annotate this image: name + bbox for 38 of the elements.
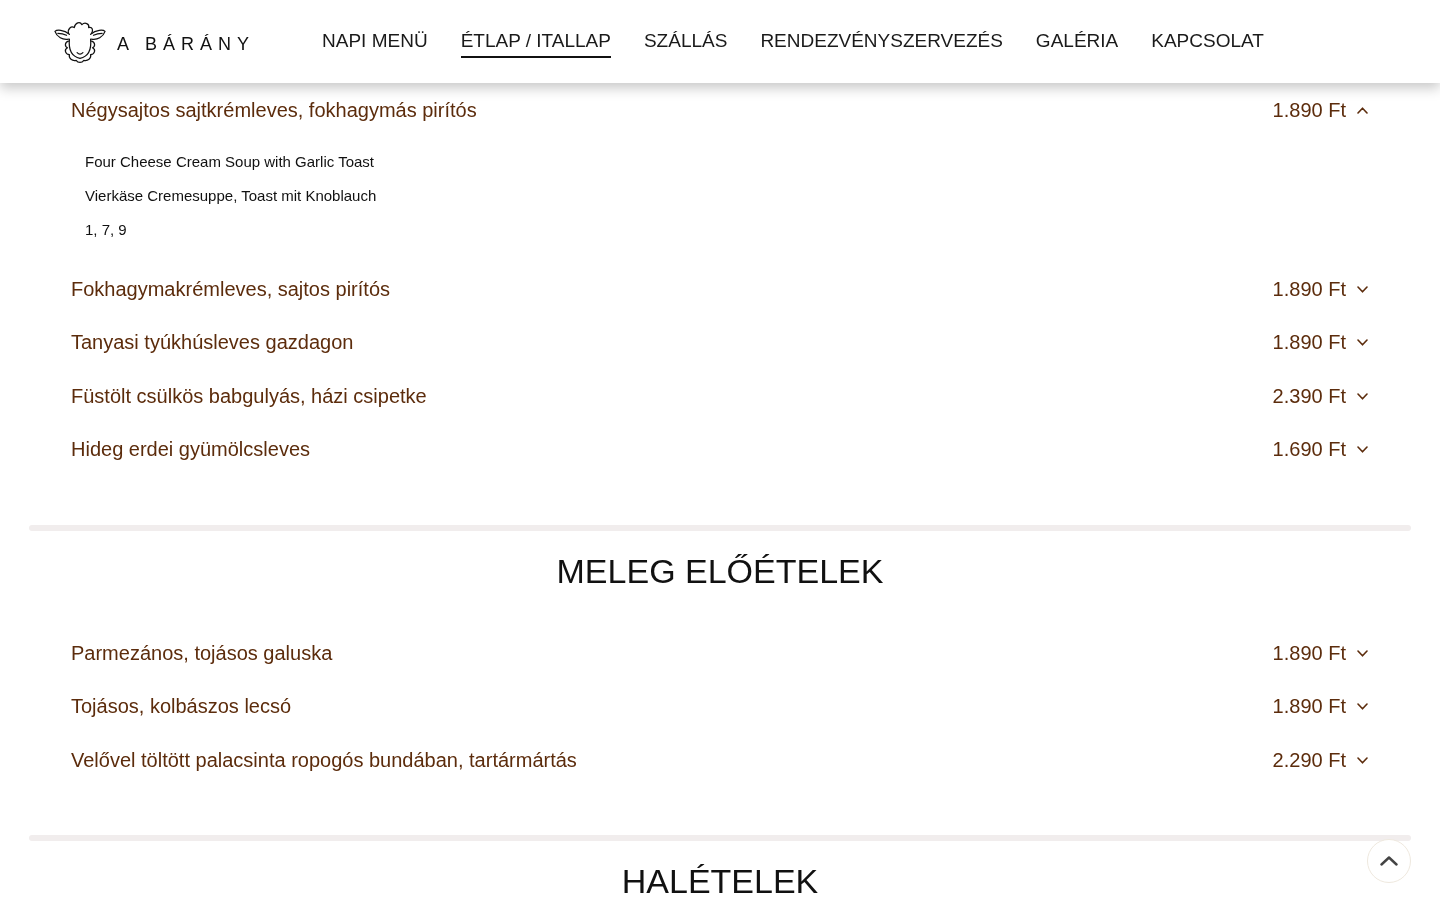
dish-name[interactable]: Négysajtos sajtkrémleves, fokhagymás pirítós <box>71 99 477 123</box>
dish-name[interactable]: Tanyasi tyúkhúsleves gazdagon <box>71 331 354 355</box>
chevron-down-icon[interactable] <box>1357 703 1368 711</box>
chevron-down-icon[interactable] <box>1357 756 1368 764</box>
german-description: Vierkäse Cremesuppe, Toast mit Knoblauch <box>85 185 377 206</box>
chevron-up-icon <box>1380 856 1398 866</box>
dish-name[interactable]: Tojásos, kolbászos lecsó <box>71 695 292 719</box>
nav-link[interactable]: GALÉRIA <box>1035 29 1119 58</box>
nav-link[interactable]: KAPCSOLAT <box>1151 29 1264 58</box>
chevron-down-icon[interactable] <box>1357 649 1368 657</box>
nav-link[interactable]: ÉTLAP / ITALLAP <box>460 29 611 58</box>
nav-link[interactable]: RENDEZVÉNYSZERVEZÉS <box>760 29 1003 58</box>
allergen-list: 1, 7, 9 <box>85 212 127 247</box>
dish-price: 2.390 Ft <box>1272 384 1346 408</box>
english-description: Four Cheese Cream Soup with Garlic Toast <box>85 151 374 172</box>
dish-name[interactable]: Hideg erdei gyümölcsleves <box>71 438 310 462</box>
chevron-down-icon[interactable] <box>1357 339 1368 347</box>
dish-price: 1.890 Ft <box>1272 277 1346 301</box>
dish-price: 1.890 Ft <box>1272 641 1346 665</box>
home-link[interactable]: A BÁRÁNY <box>54 18 256 65</box>
dish-name[interactable]: Parmezános, tojásos galuska <box>71 641 333 665</box>
dish-name[interactable]: Füstölt csülkös babgulyás, házi csipetke <box>71 384 427 408</box>
nav-link[interactable]: SZÁLLÁS <box>643 29 728 58</box>
dish-name[interactable]: Velővel töltött palacsinta ropogós bundában, tartármártás <box>71 748 577 772</box>
dish-price: 1.890 Ft <box>1272 331 1346 355</box>
chevron-down-icon[interactable] <box>1357 285 1368 293</box>
section-heading: HALÉTELEK <box>621 863 819 899</box>
dish-price: 1.890 Ft <box>1272 99 1346 123</box>
dish-name[interactable]: Fokhagymakrémleves, sajtos pirítós <box>71 277 390 301</box>
back-to-top-button[interactable] <box>1367 839 1411 883</box>
nav-link[interactable]: NAPI MENÜ <box>322 29 428 58</box>
chevron-down-icon[interactable] <box>1357 446 1368 454</box>
dish-price: 1.690 Ft <box>1272 438 1346 462</box>
dish-price: 1.890 Ft <box>1272 695 1346 719</box>
chevron-down-icon[interactable] <box>1357 392 1368 400</box>
chevron-up-icon[interactable] <box>1357 107 1368 115</box>
section-heading: MELEG ELŐÉTELEK <box>556 552 884 589</box>
dish-price: 2.290 Ft <box>1272 748 1346 772</box>
